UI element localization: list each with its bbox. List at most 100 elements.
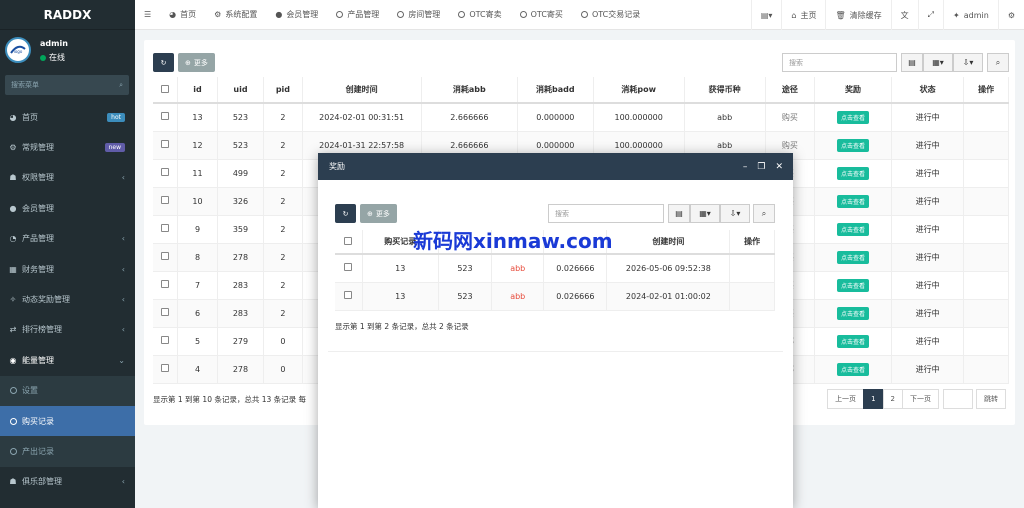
page-number-button[interactable]: 2 [882, 389, 903, 409]
row-checkbox-cell[interactable] [153, 131, 179, 160]
view-reward-button[interactable]: 点击查看 [837, 278, 870, 292]
more-button[interactable]: ⊕ 更多 [178, 53, 215, 72]
column-header[interactable]: pid [263, 77, 303, 104]
row-checkbox-cell[interactable] [153, 327, 179, 356]
minimize-icon[interactable]: – [743, 162, 748, 172]
top-tab[interactable]: 产品管理 [327, 0, 388, 30]
top-tab[interactable]: OTC寄卖 [449, 0, 510, 30]
modal-search-button[interactable]: ⌕ [753, 204, 775, 223]
menu-toggle-button[interactable]: ☰ [135, 0, 160, 30]
jump-button[interactable]: 跳转 [976, 389, 1006, 409]
row-checkbox-cell[interactable] [153, 215, 179, 244]
column-header[interactable]: 获得币种 [684, 77, 766, 104]
row-checkbox-cell[interactable] [153, 299, 179, 328]
column-header[interactable]: 消耗abb [421, 77, 519, 104]
columns-button[interactable]: ▦▾ [923, 53, 953, 72]
row-checkbox-cell[interactable] [153, 271, 179, 300]
settings-button[interactable]: ⚙ [997, 0, 1024, 30]
top-tab[interactable]: ● 会员管理 [266, 0, 327, 30]
maximize-icon[interactable]: ❐ [757, 162, 765, 172]
modal-table-row[interactable]: 13 523 abb 0.026666 2026-05-06 09:52:38 [335, 254, 775, 283]
top-tab[interactable]: OTC交易记录 [572, 0, 649, 30]
row-checkbox-cell[interactable] [335, 254, 363, 283]
checkbox-icon[interactable] [344, 291, 353, 299]
view-reward-button[interactable]: 点击查看 [837, 306, 870, 320]
toggle-view-button[interactable]: ▤ [901, 53, 923, 72]
column-header[interactable]: id [177, 77, 218, 104]
row-checkbox-cell[interactable] [153, 187, 179, 216]
sidebar-item[interactable]: ☗ 俱乐部管理 ‹ [0, 467, 135, 497]
checkbox-icon[interactable] [161, 224, 170, 232]
checkbox-icon[interactable] [161, 112, 170, 121]
modal-columns-button[interactable]: ▦▾ [690, 204, 720, 223]
row-checkbox-cell[interactable] [153, 103, 179, 132]
sidebar-subitem[interactable]: 购买记录 [0, 405, 135, 437]
view-reward-button[interactable]: 点击查看 [837, 194, 870, 208]
modal-column-header[interactable]: 创建时间 [606, 230, 731, 255]
brand-logo[interactable]: RADDX [0, 0, 135, 30]
clear-cache-button[interactable]: 🗑 清除缓存 [825, 0, 890, 30]
sidebar-item[interactable]: ☗ 权限管理 ‹ [0, 163, 135, 193]
sidebar-subitem[interactable]: 设置 [0, 375, 135, 406]
modal-toggle-view-button[interactable]: ▤ [668, 204, 690, 223]
sidebar-item[interactable]: ◉ 能量管理 ⌄ [0, 345, 135, 375]
view-reward-button[interactable]: 点击查看 [837, 362, 870, 376]
home-button[interactable]: ⌂ 主页 [781, 0, 825, 30]
close-icon[interactable]: ✕ [775, 162, 783, 172]
column-header[interactable]: 状态 [891, 77, 965, 104]
column-header[interactable]: 消耗pow [593, 77, 685, 104]
view-reward-button[interactable]: 点击查看 [837, 222, 870, 236]
sidebar-item[interactable]: ▦ 财务管理 ‹ [0, 254, 135, 284]
modal-header[interactable]: 奖励 – ❐ ✕ [318, 153, 793, 180]
sidebar-item[interactable]: ◔ 产品管理 ‹ [0, 224, 135, 254]
page-number-button[interactable]: 1 [863, 389, 884, 409]
column-header[interactable]: 消耗badd [517, 77, 594, 104]
checkbox-icon[interactable] [161, 168, 170, 176]
top-tab[interactable]: OTC寄买 [511, 0, 572, 30]
export-button[interactable]: ⇩▾ [953, 53, 983, 72]
sidebar-search-input[interactable]: 搜索菜单 ⌕ [5, 75, 129, 95]
checkbox-icon[interactable] [161, 364, 170, 372]
modal-select-all-cell[interactable] [335, 230, 363, 255]
language-button[interactable]: 文 [890, 0, 918, 30]
row-checkbox-cell[interactable] [153, 243, 179, 272]
modal-export-button[interactable]: ⇩▾ [720, 204, 750, 223]
modal-refresh-button[interactable]: ↻ [335, 204, 356, 223]
sidebar-item[interactable]: ◕ 首页 hot [0, 102, 135, 132]
sidebar-item[interactable]: ● 会员管理 [0, 193, 135, 223]
checkbox-icon[interactable] [344, 263, 353, 272]
table-search-input[interactable]: 搜索 [782, 53, 897, 72]
refresh-button[interactable]: ↻ [153, 53, 174, 72]
top-tab[interactable]: 房间管理 [388, 0, 449, 30]
checkbox-icon[interactable] [161, 84, 170, 93]
list-dropdown-button[interactable]: ▤▾ [750, 0, 782, 30]
top-tab[interactable]: ⚙ 系统配置 [205, 0, 266, 30]
view-reward-button[interactable]: 点击查看 [837, 110, 870, 124]
next-page-button[interactable]: 下一页 [902, 389, 939, 409]
modal-column-header[interactable]: 操作 [729, 230, 775, 255]
row-checkbox-cell[interactable] [153, 355, 179, 384]
checkbox-icon[interactable] [161, 196, 170, 204]
select-all-checkbox-cell[interactable] [153, 77, 179, 104]
column-header[interactable]: 途径 [765, 77, 816, 104]
column-header[interactable]: 创建时间 [302, 77, 422, 104]
top-tab[interactable]: ◕ 首页 [160, 0, 205, 30]
column-header[interactable]: 奖励 [814, 77, 892, 104]
view-reward-button[interactable]: 点击查看 [837, 250, 870, 264]
page-jump-input[interactable] [943, 389, 973, 409]
sidebar-item[interactable]: ✧ 动态奖励管理 ‹ [0, 284, 135, 314]
row-checkbox-cell[interactable] [335, 282, 363, 311]
modal-search-input[interactable]: 搜索 [548, 204, 664, 223]
prev-page-button[interactable]: 上一页 [827, 389, 865, 409]
sidebar-item[interactable]: ⇄ 排行榜管理 ‹ [0, 315, 135, 345]
checkbox-icon[interactable] [161, 252, 170, 260]
column-header[interactable]: 操作 [963, 77, 1009, 104]
column-header[interactable]: uid [217, 77, 265, 104]
modal-table-row[interactable]: 13 523 abb 0.026666 2024-02-01 01:00:02 [335, 282, 775, 311]
table-row[interactable]: 13 523 2 2024-02-01 00:31:51 2.666666 0.00000… [153, 103, 1009, 132]
modal-more-button[interactable]: ⊕ 更多 [360, 204, 397, 223]
admin-menu[interactable]: ✦ admin [943, 0, 998, 30]
checkbox-icon[interactable] [161, 308, 170, 316]
row-checkbox-cell[interactable] [153, 159, 179, 188]
search-button[interactable]: ⌕ [987, 53, 1009, 72]
